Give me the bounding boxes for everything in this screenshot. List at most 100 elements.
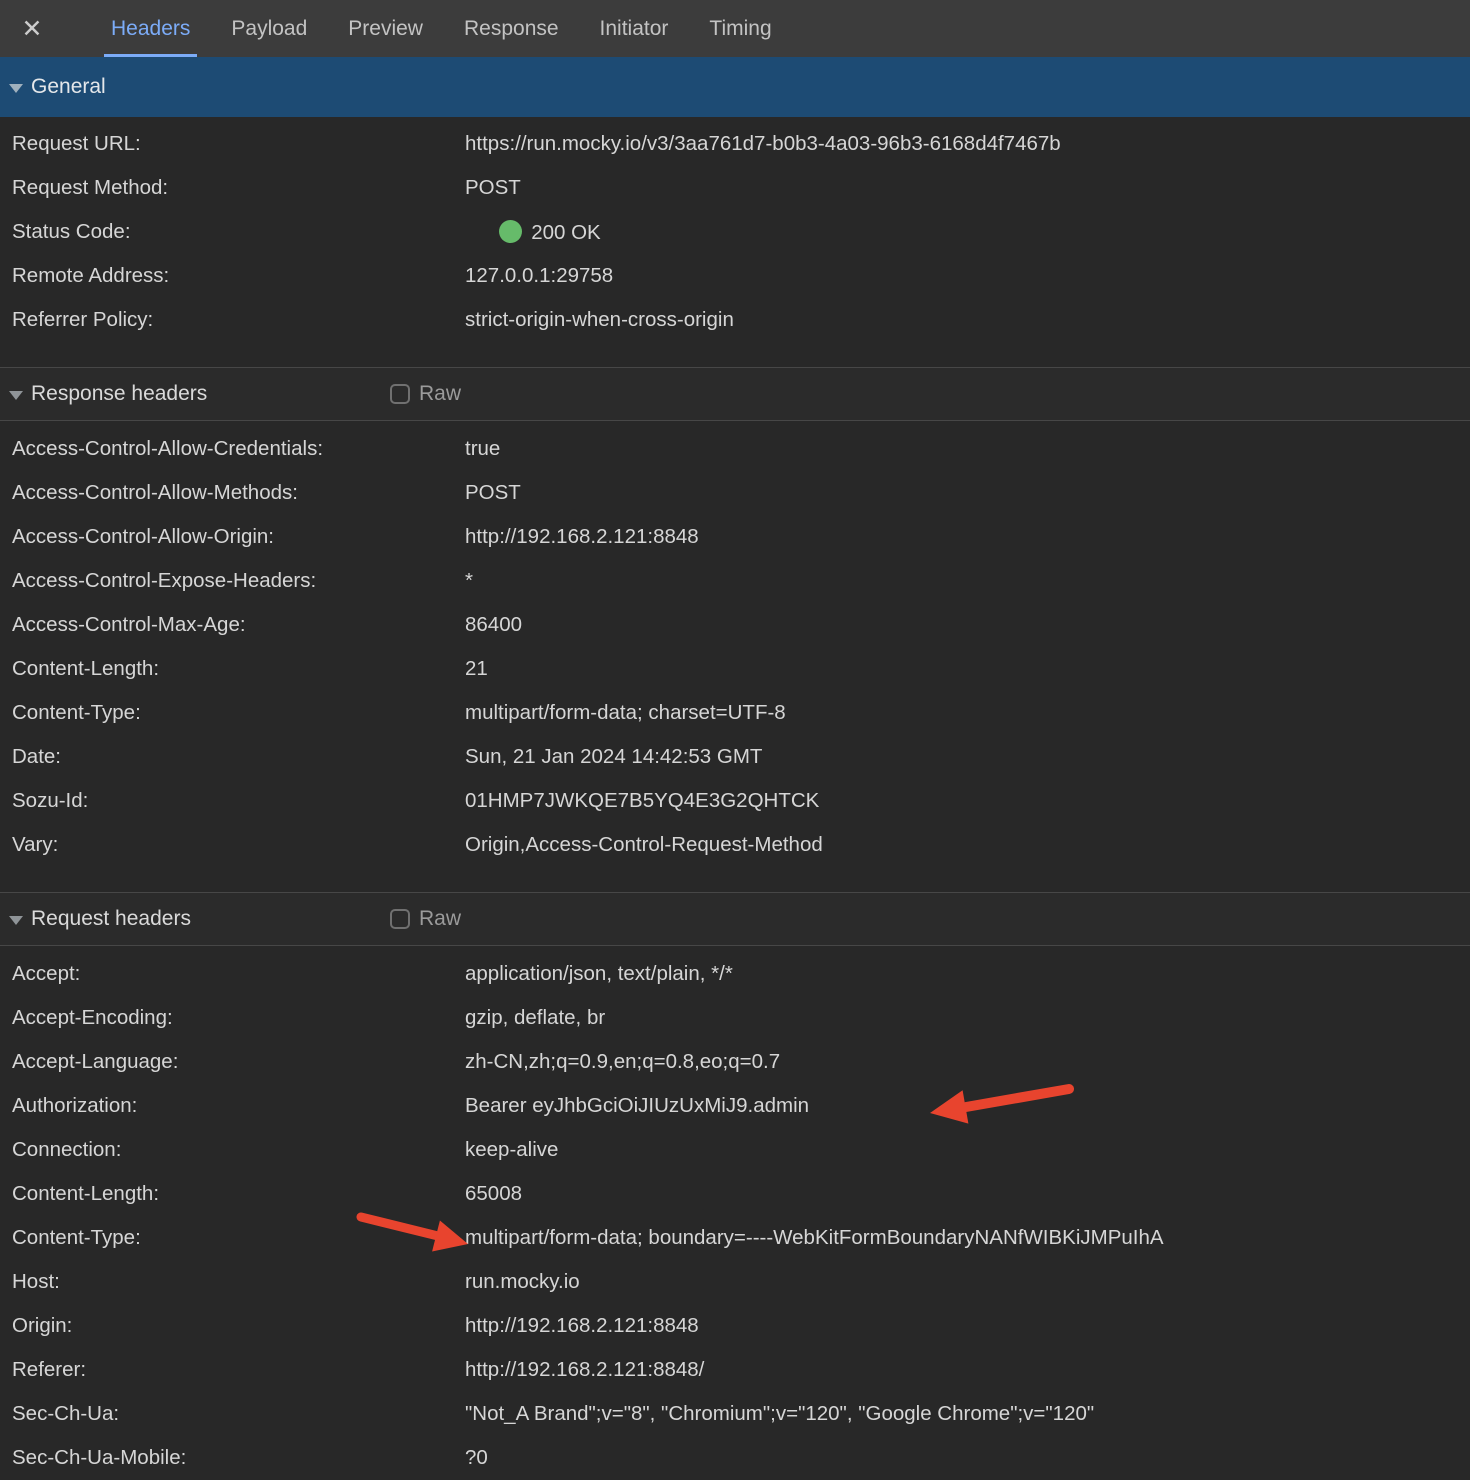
raw-label: Raw bbox=[419, 382, 461, 406]
header-value: multipart/form-data; charset=UTF-8 bbox=[465, 701, 786, 725]
header-row-authorization: Authorization: Bearer eyJhbGciOiJIUzUxMi… bbox=[0, 1084, 1470, 1128]
header-value: 200 OK bbox=[465, 196, 601, 269]
header-value: 01HMP7JWKQE7B5YQ4E3G2QHTCK bbox=[465, 789, 819, 813]
header-value: "Not_A Brand";v="8", "Chromium";v="120",… bbox=[465, 1402, 1094, 1426]
header-name: Access-Control-Allow-Origin: bbox=[0, 525, 465, 549]
header-row: Connection: keep-alive bbox=[0, 1128, 1470, 1172]
header-row: Sec-Ch-Ua-Mobile: ?0 bbox=[0, 1436, 1470, 1480]
tab-response[interactable]: Response bbox=[457, 0, 566, 57]
header-name: Accept-Encoding: bbox=[0, 1006, 465, 1030]
header-value: 21 bbox=[465, 657, 488, 681]
section-title: General bbox=[31, 75, 106, 99]
header-row: Status Code: 200 OK bbox=[0, 210, 1470, 254]
header-row: Accept: application/json, text/plain, */… bbox=[0, 952, 1470, 996]
general-rows: Request URL: https://run.mocky.io/v3/3aa… bbox=[0, 117, 1470, 342]
header-value: keep-alive bbox=[465, 1138, 558, 1162]
header-row: Content-Length: 65008 bbox=[0, 1172, 1470, 1216]
header-value: gzip, deflate, br bbox=[465, 1006, 605, 1030]
header-row-content-type: Content-Type: multipart/form-data; bound… bbox=[0, 1216, 1470, 1260]
header-name: Access-Control-Allow-Methods: bbox=[0, 481, 465, 505]
header-value: 127.0.0.1:29758 bbox=[465, 264, 613, 288]
header-name: Sec-Ch-Ua: bbox=[0, 1402, 465, 1426]
header-value: POST bbox=[465, 481, 521, 505]
header-value: ?0 bbox=[465, 1446, 488, 1470]
header-row: Access-Control-Allow-Origin: http://192.… bbox=[0, 515, 1470, 559]
header-row: Request Method: POST bbox=[0, 166, 1470, 210]
request-header-rows: Accept: application/json, text/plain, */… bbox=[0, 946, 1470, 1480]
chevron-down-icon bbox=[9, 84, 23, 93]
tab-timing[interactable]: Timing bbox=[702, 0, 778, 57]
header-value: Bearer eyJhbGciOiJIUzUxMiJ9.admin bbox=[465, 1094, 809, 1118]
header-value: 86400 bbox=[465, 613, 522, 637]
header-name: Sec-Ch-Ua-Mobile: bbox=[0, 1446, 465, 1470]
network-detail-tabbar: ✕ Headers Payload Preview Response Initi… bbox=[0, 0, 1470, 57]
response-header-rows: Access-Control-Allow-Credentials: true A… bbox=[0, 421, 1470, 867]
header-value: * bbox=[465, 569, 473, 593]
section-header-request-headers[interactable]: Request headers Raw bbox=[0, 892, 1470, 946]
header-name: Access-Control-Max-Age: bbox=[0, 613, 465, 637]
section-header-general[interactable]: General bbox=[0, 57, 1470, 117]
header-row: Access-Control-Max-Age: 86400 bbox=[0, 603, 1470, 647]
header-row: Access-Control-Expose-Headers: * bbox=[0, 559, 1470, 603]
header-row: Access-Control-Allow-Methods: POST bbox=[0, 471, 1470, 515]
header-row: Access-Control-Allow-Credentials: true bbox=[0, 427, 1470, 471]
tab-headers[interactable]: Headers bbox=[104, 0, 197, 57]
raw-label: Raw bbox=[419, 907, 461, 931]
header-value: http://192.168.2.121:8848/ bbox=[465, 1358, 704, 1382]
header-value: Sun, 21 Jan 2024 14:42:53 GMT bbox=[465, 745, 762, 769]
header-row: Content-Type: multipart/form-data; chars… bbox=[0, 691, 1470, 735]
header-name: Accept-Language: bbox=[0, 1050, 465, 1074]
tab-payload[interactable]: Payload bbox=[224, 0, 314, 57]
header-row: Content-Length: 21 bbox=[0, 647, 1470, 691]
header-row: Date: Sun, 21 Jan 2024 14:42:53 GMT bbox=[0, 735, 1470, 779]
header-value: http://192.168.2.121:8848 bbox=[465, 525, 699, 549]
header-value: strict-origin-when-cross-origin bbox=[465, 308, 734, 332]
header-name: Authorization: bbox=[0, 1094, 465, 1118]
raw-checkbox[interactable] bbox=[390, 384, 410, 404]
tab-preview[interactable]: Preview bbox=[341, 0, 430, 57]
header-name: Sozu-Id: bbox=[0, 789, 465, 813]
status-success-dot-icon bbox=[499, 220, 522, 243]
raw-toggle[interactable]: Raw bbox=[390, 893, 461, 945]
header-name: Request Method: bbox=[0, 176, 465, 200]
header-row: Vary: Origin,Access-Control-Request-Meth… bbox=[0, 823, 1470, 867]
header-row: Referer: http://192.168.2.121:8848/ bbox=[0, 1348, 1470, 1392]
chevron-down-icon bbox=[9, 916, 23, 925]
section-header-response-headers[interactable]: Response headers Raw bbox=[0, 367, 1470, 421]
header-value: Origin,Access-Control-Request-Method bbox=[465, 833, 823, 857]
header-name: Referer: bbox=[0, 1358, 465, 1382]
status-code-text: 200 OK bbox=[531, 221, 601, 244]
header-name: Referrer Policy: bbox=[0, 308, 465, 332]
close-icon[interactable]: ✕ bbox=[16, 0, 48, 57]
header-name: Remote Address: bbox=[0, 264, 465, 288]
header-row: Remote Address: 127.0.0.1:29758 bbox=[0, 254, 1470, 298]
header-name: Request URL: bbox=[0, 132, 465, 156]
header-name: Access-Control-Allow-Credentials: bbox=[0, 437, 465, 461]
header-row: Sozu-Id: 01HMP7JWKQE7B5YQ4E3G2QHTCK bbox=[0, 779, 1470, 823]
header-value: run.mocky.io bbox=[465, 1270, 580, 1294]
header-name: Connection: bbox=[0, 1138, 465, 1162]
section-title: Request headers bbox=[31, 907, 191, 931]
header-name: Access-Control-Expose-Headers: bbox=[0, 569, 465, 593]
header-name: Vary: bbox=[0, 833, 465, 857]
section-title: Response headers bbox=[31, 382, 207, 406]
header-name: Origin: bbox=[0, 1314, 465, 1338]
tab-initiator[interactable]: Initiator bbox=[593, 0, 676, 57]
header-value: https://run.mocky.io/v3/3aa761d7-b0b3-4a… bbox=[465, 132, 1061, 156]
header-name: Accept: bbox=[0, 962, 465, 986]
header-name: Date: bbox=[0, 745, 465, 769]
header-row: Host: run.mocky.io bbox=[0, 1260, 1470, 1304]
header-row: Referrer Policy: strict-origin-when-cros… bbox=[0, 298, 1470, 342]
raw-toggle[interactable]: Raw bbox=[390, 368, 461, 420]
header-value: 65008 bbox=[465, 1182, 522, 1206]
header-name: Status Code: bbox=[0, 220, 465, 244]
header-row: Sec-Ch-Ua: "Not_A Brand";v="8", "Chromiu… bbox=[0, 1392, 1470, 1436]
header-name: Host: bbox=[0, 1270, 465, 1294]
header-name: Content-Length: bbox=[0, 1182, 465, 1206]
header-value: multipart/form-data; boundary=----WebKit… bbox=[465, 1226, 1164, 1250]
header-row: Accept-Language: zh-CN,zh;q=0.9,en;q=0.8… bbox=[0, 1040, 1470, 1084]
raw-checkbox[interactable] bbox=[390, 909, 410, 929]
chevron-down-icon bbox=[9, 391, 23, 400]
header-value: zh-CN,zh;q=0.9,en;q=0.8,eo;q=0.7 bbox=[465, 1050, 780, 1074]
header-value: application/json, text/plain, */* bbox=[465, 962, 733, 986]
